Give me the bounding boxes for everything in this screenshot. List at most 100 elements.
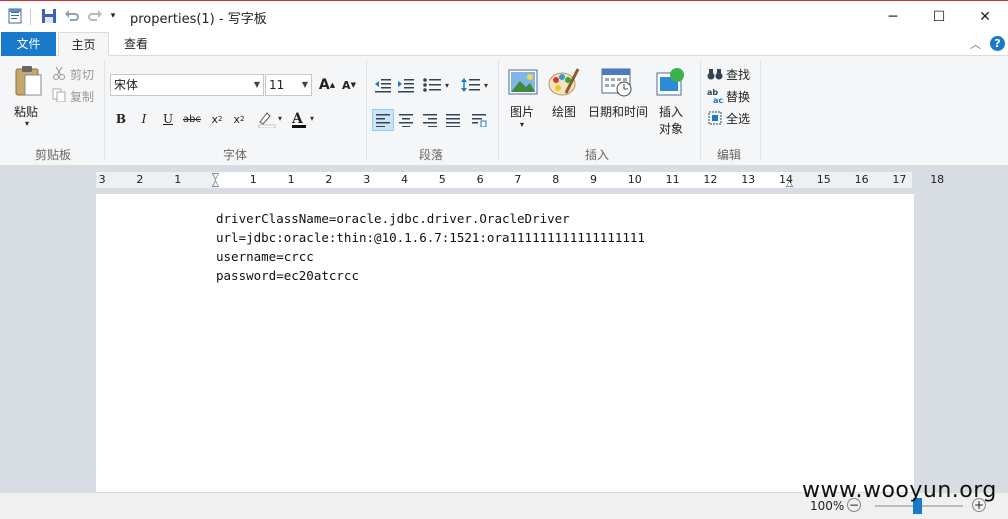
clipboard-group-label: 剪贴板: [34, 148, 71, 162]
ruler-number: 17: [892, 173, 907, 186]
paragraph-group-label: 段落: [418, 148, 443, 162]
svg-text:▾: ▾: [484, 81, 488, 90]
document-line[interactable]: password=ec20atcrcc: [216, 268, 359, 283]
picture-button[interactable]: 图片: [510, 103, 534, 120]
replace-button[interactable]: 替换: [726, 88, 750, 105]
copy-icon: [52, 88, 66, 102]
replace-icon: ab ac: [707, 88, 723, 104]
ruler-number: 1: [249, 173, 257, 186]
picture-icon[interactable]: [507, 67, 539, 97]
ruler-number: 15: [816, 173, 831, 186]
find-button[interactable]: 查找: [726, 66, 750, 83]
paint-drawing-icon[interactable]: [547, 66, 581, 98]
group-separator: [498, 60, 499, 160]
paste-label[interactable]: 粘贴: [14, 103, 38, 120]
grow-font-icon[interactable]: A ▲: [317, 75, 337, 95]
ruler-number: 8: [552, 173, 560, 186]
paste-icon[interactable]: [12, 64, 44, 98]
save-icon[interactable]: [40, 7, 58, 25]
document-line[interactable]: username=crcc: [216, 249, 314, 264]
ruler-number: 1: [174, 173, 182, 186]
group-separator: [760, 60, 761, 160]
svg-text:▾: ▾: [310, 114, 314, 123]
ruler-number: 18: [930, 173, 945, 186]
paste-dropdown-icon[interactable]: ▾: [25, 119, 29, 128]
ruler-number: 3: [98, 173, 106, 186]
right-indent-marker[interactable]: △: [786, 179, 793, 189]
close-button[interactable]: ✕: [962, 1, 1008, 32]
bold-icon[interactable]: B: [111, 109, 131, 129]
customize-quick-access-icon[interactable]: ▾: [104, 7, 122, 25]
increase-indent-icon[interactable]: [396, 75, 416, 95]
picture-dropdown-icon[interactable]: ▾: [520, 120, 524, 129]
italic-icon[interactable]: I: [134, 109, 154, 129]
ruler-number: 13: [741, 173, 756, 186]
font-size-value: 11: [269, 78, 285, 92]
decrease-indent-icon[interactable]: [373, 75, 393, 95]
strikethrough-icon[interactable]: abc: [182, 109, 202, 129]
select-all-button[interactable]: 全选: [726, 110, 750, 127]
undo-icon[interactable]: [63, 7, 81, 25]
svg-text:▾: ▾: [445, 81, 449, 90]
justify-icon[interactable]: [443, 110, 463, 130]
paragraph-settings-icon[interactable]: [469, 110, 489, 130]
superscript-icon[interactable]: x2: [229, 109, 249, 129]
copy-button[interactable]: 复制: [70, 88, 94, 105]
underline-icon[interactable]: U: [158, 109, 178, 129]
subscript-icon[interactable]: x2: [207, 109, 227, 129]
editing-group-label: 编辑: [716, 148, 741, 162]
window-title: properties(1) - 写字板: [130, 12, 267, 27]
wordpad-app-icon[interactable]: [6, 7, 24, 25]
insert-object-icon[interactable]: [654, 66, 688, 98]
date-time-button[interactable]: 日期和时间: [588, 103, 648, 120]
document-line[interactable]: url=jdbc:oracle:thin:@10.1.6.7:1521:ora1…: [216, 230, 645, 245]
font-color-icon[interactable]: A ▾: [291, 109, 319, 129]
ruler[interactable]: 3 2 1 1 1 2 3 4 5 6 7 8 9 10 11 12 13 14 15 16 17 18 ▽ △ △: [96, 172, 944, 189]
ruler-number: 1: [287, 173, 295, 186]
binoculars-icon: [707, 66, 723, 82]
tab-view[interactable]: 查看: [112, 32, 160, 56]
hanging-indent-marker[interactable]: △: [212, 179, 219, 189]
align-center-icon[interactable]: [396, 110, 416, 130]
ruler-number: 2: [325, 173, 333, 186]
maximize-button[interactable]: ☐: [916, 1, 962, 32]
help-icon[interactable]: ?: [990, 36, 1005, 51]
ruler-number: 6: [476, 173, 484, 186]
minimize-button[interactable]: ─: [870, 1, 916, 32]
group-separator: [104, 60, 105, 160]
bullets-list-icon[interactable]: ▾: [421, 75, 453, 95]
ruler-number: 9: [590, 173, 597, 186]
svg-text:ac: ac: [713, 96, 723, 104]
align-left-icon[interactable]: [372, 109, 394, 131]
ruler-number: 16: [854, 173, 869, 186]
title-bar: ▾ properties(1) - 写字板 ─ ☐ ✕: [0, 0, 1008, 32]
tab-file[interactable]: 文件: [1, 32, 56, 56]
ruler-number: 10: [627, 173, 642, 186]
ruler-number: 3: [363, 173, 371, 186]
cut-button[interactable]: 剪切: [70, 66, 94, 83]
line-spacing-icon[interactable]: ▾: [460, 75, 492, 95]
select-all-icon: [707, 110, 723, 126]
group-separator: [366, 60, 367, 160]
ruler-number: 5: [438, 173, 446, 186]
ruler-number: 12: [703, 173, 718, 186]
highlight-color-icon[interactable]: ▾: [256, 109, 286, 129]
insert-group-label: 插入: [584, 148, 609, 162]
font-size-select[interactable]: 11 ▼: [265, 74, 312, 96]
tab-home[interactable]: 主页: [58, 32, 109, 57]
group-separator: [700, 60, 701, 160]
insert-object-label-line2[interactable]: 对象: [659, 120, 683, 137]
date-time-icon[interactable]: [600, 66, 634, 98]
ruler-number: 11: [665, 173, 680, 186]
redo-icon[interactable]: [86, 7, 104, 25]
insert-object-label-line1[interactable]: 插入: [659, 103, 683, 120]
font-family-select[interactable]: 宋体 ▼: [110, 74, 264, 96]
document-line[interactable]: driverClassName=oracle.jdbc.driver.Oracl…: [216, 211, 570, 226]
align-right-icon[interactable]: [420, 110, 440, 130]
watermark: www.wooyun.org: [802, 478, 997, 503]
svg-text:▾: ▾: [278, 114, 282, 123]
ruler-number: 4: [401, 173, 408, 186]
minimize-ribbon-icon[interactable]: ︿: [970, 36, 981, 52]
shrink-font-icon[interactable]: A ▼: [339, 75, 359, 95]
paint-drawing-button[interactable]: 绘图: [552, 103, 576, 120]
